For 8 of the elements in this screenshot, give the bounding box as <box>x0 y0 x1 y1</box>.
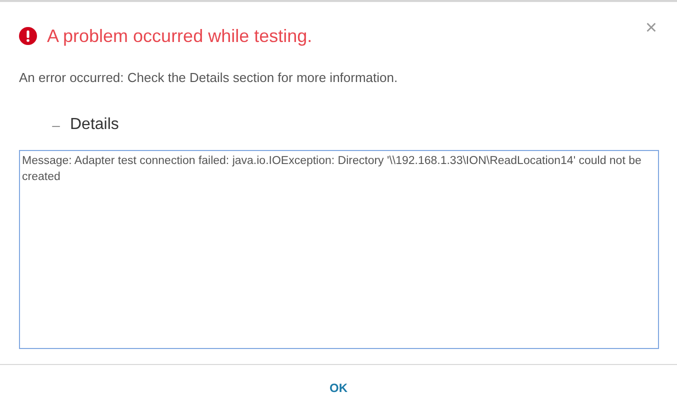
ok-button[interactable]: OK <box>322 374 356 400</box>
close-button[interactable]: × <box>645 18 657 38</box>
dialog-title: A problem occurred while testing. <box>47 25 314 48</box>
error-message: An error occurred: Check the Details section for more information. <box>19 70 399 86</box>
details-text-area[interactable]: Message: Adapter test connection failed: java.io.IOException: Directory '\\192.168.1.33\ION\ReadLocation14' could not be created <box>19 150 659 349</box>
details-label: Details <box>70 115 119 135</box>
collapse-toggle[interactable]: – <box>48 114 64 136</box>
error-icon <box>19 27 37 45</box>
